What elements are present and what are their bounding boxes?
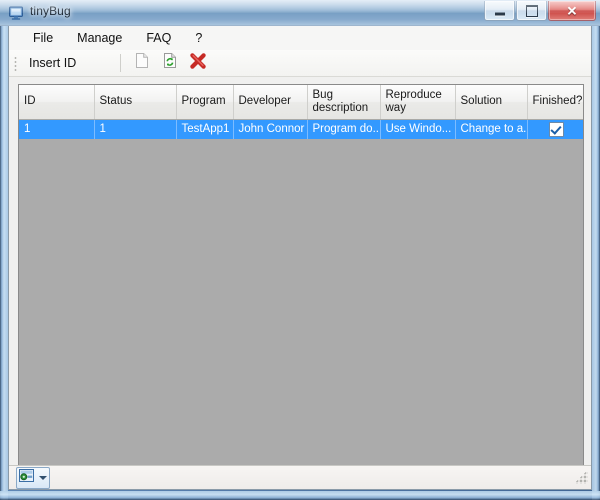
status-image-icon — [19, 468, 34, 487]
insert-id-label[interactable]: Insert ID — [23, 56, 82, 70]
tool-bar: Insert ID — [9, 50, 591, 77]
column-program[interactable]: Program — [176, 85, 234, 120]
window-border-right — [592, 26, 600, 500]
window-border-bottom — [0, 491, 600, 500]
status-bar — [9, 465, 591, 489]
toolbar-separator — [120, 54, 122, 72]
close-button[interactable]: ✕ — [548, 1, 596, 21]
menu-manage[interactable]: Manage — [65, 28, 134, 48]
column-status[interactable]: Status — [94, 85, 177, 120]
cell-reproduce-way[interactable]: Use Windo... — [380, 119, 456, 139]
minimize-icon — [494, 12, 505, 15]
menu-bar: File Manage FAQ ? — [9, 26, 591, 50]
cell-program[interactable]: TestApp1 — [176, 119, 234, 139]
menu-help-label: ? — [195, 31, 203, 45]
maximize-icon — [525, 4, 538, 17]
refresh-document-icon — [162, 52, 178, 74]
application-window: tinyBug ✕ File Manage FAQ ? Insert ID ID… — [0, 0, 600, 500]
cell-id[interactable]: 1 — [19, 119, 95, 139]
monitor-icon — [8, 5, 24, 21]
window-controls: ✕ — [483, 1, 596, 21]
finished-checkbox[interactable] — [548, 121, 564, 137]
resize-grip[interactable] — [575, 471, 588, 484]
status-image-button[interactable] — [16, 466, 50, 489]
title-bar[interactable]: tinyBug ✕ — [0, 0, 600, 26]
cell-solution[interactable]: Change to a... — [455, 119, 528, 139]
window-title: tinyBug — [30, 4, 71, 18]
column-solution[interactable]: Solution — [455, 85, 528, 120]
column-reproduce-way[interactable]: Reproduce way — [380, 85, 456, 120]
bug-data-grid[interactable]: ID Status Program Developer Bug descript… — [18, 84, 584, 474]
cell-developer[interactable]: John Connor — [233, 119, 308, 139]
bug-table: ID Status Program Developer Bug descript… — [19, 85, 583, 139]
menu-faq[interactable]: FAQ — [134, 28, 183, 48]
menu-file-label: File — [33, 31, 54, 45]
cell-finished[interactable] — [527, 119, 583, 139]
menu-help[interactable]: ? — [183, 28, 214, 48]
column-id[interactable]: ID — [19, 85, 95, 120]
window-border-left — [0, 26, 8, 500]
column-bug-description[interactable]: Bug description — [307, 85, 381, 120]
toolbar-grip-handle[interactable] — [13, 54, 20, 72]
client-area: File Manage FAQ ? Insert ID ID Status Pr… — [8, 26, 592, 490]
column-developer[interactable]: Developer — [233, 85, 308, 120]
column-finished[interactable]: Finished? — [527, 85, 583, 120]
refresh-button[interactable] — [157, 51, 183, 76]
delete-button[interactable] — [185, 51, 211, 76]
new-document-icon — [134, 52, 150, 74]
maximize-button[interactable] — [516, 1, 547, 21]
table-header-row: ID Status Program Developer Bug descript… — [19, 85, 583, 120]
menu-faq-label: FAQ — [146, 31, 172, 45]
cell-bug-description[interactable]: Program do... — [307, 119, 381, 139]
menu-manage-label: Manage — [77, 31, 123, 45]
status-dropdown-arrow-icon[interactable] — [39, 475, 47, 480]
close-icon: ✕ — [566, 3, 578, 18]
table-row[interactable]: 1 1 TestApp1 John Connor Program do... U… — [19, 119, 583, 139]
menu-file[interactable]: File — [21, 28, 65, 48]
minimize-button[interactable] — [484, 1, 515, 21]
new-document-button[interactable] — [129, 51, 155, 76]
red-x-delete-icon — [189, 52, 207, 75]
cell-status[interactable]: 1 — [94, 119, 177, 139]
